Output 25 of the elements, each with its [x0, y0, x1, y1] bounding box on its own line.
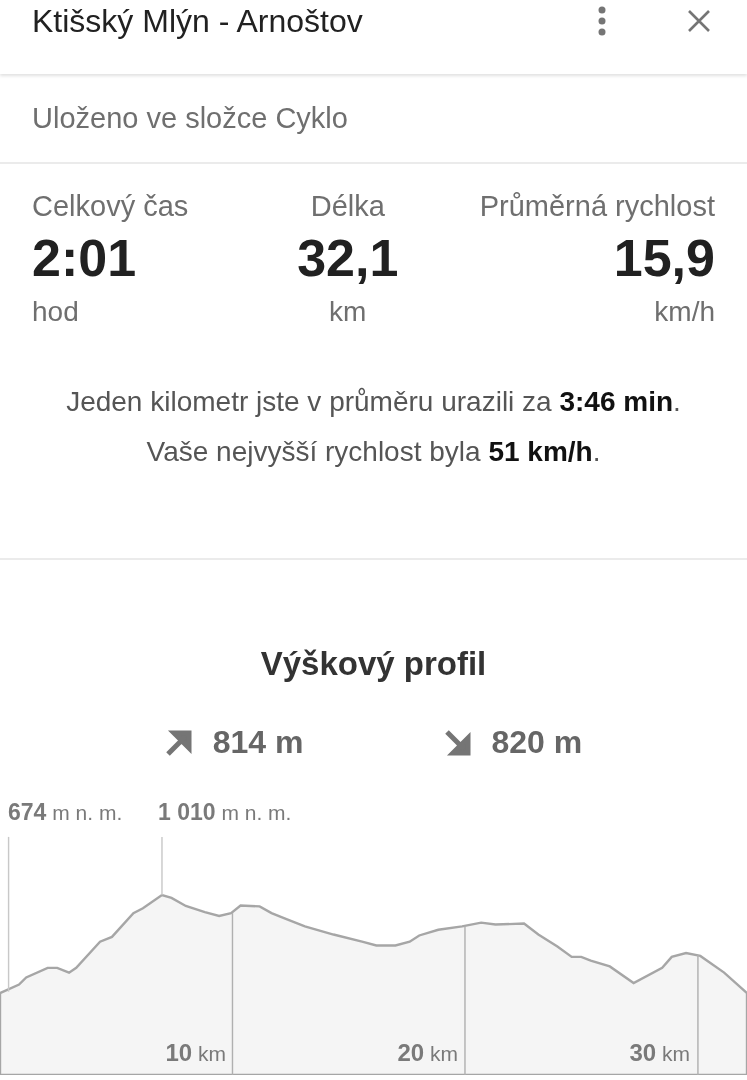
stat-label: Délka	[310, 189, 385, 224]
stat-value: 2:01	[32, 228, 137, 289]
elevation-marker-label: 1 010 m n. m.	[158, 799, 292, 826]
stat-label: Celkový čas	[32, 189, 189, 224]
arrow-up-right-icon	[164, 728, 193, 757]
stat-unit: km/h	[654, 295, 715, 329]
stat-value: 15,9	[613, 228, 715, 289]
stat-unit: hod	[32, 295, 79, 329]
stat-unit: km	[329, 295, 367, 329]
more-options-icon[interactable]	[597, 6, 607, 36]
elevation-marker-label: 674 m n. m.	[8, 799, 123, 826]
folder-label: Uloženo ve složce Cyklo	[32, 101, 348, 135]
ascent-value: 814 m	[212, 724, 304, 761]
close-icon[interactable]	[687, 9, 711, 33]
section-title: Výškový profil	[259, 644, 488, 684]
distance-tick-label: 20 km	[397, 1039, 458, 1067]
stat-label: Průměrná rychlost	[479, 189, 715, 224]
summary-text: Jeden kilometr jste v průměru urazili za 3:46 min.	[65, 385, 682, 419]
descent-value: 820 m	[491, 724, 583, 761]
summary-text: Vaše nejvyšší rychlost byla 51 km/h.	[145, 435, 602, 469]
arrow-down-right-icon	[443, 728, 472, 757]
stat-value: 32,1	[297, 228, 399, 289]
route-title: Ktišský Mlýn - Arnoštov	[32, 2, 363, 41]
distance-tick-label: 30 km	[629, 1039, 690, 1067]
distance-tick-label: 10 km	[165, 1039, 226, 1067]
